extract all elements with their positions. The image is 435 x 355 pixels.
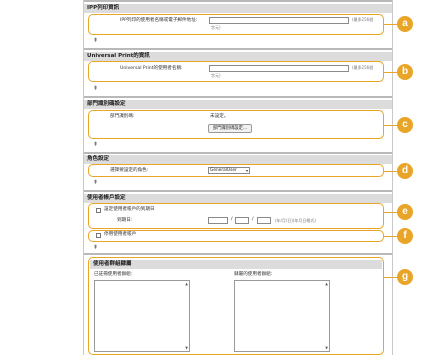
callout-a: a [397,16,413,32]
expiry-year-input[interactable] [208,217,228,224]
chevron-down-icon: ▾ [245,168,248,173]
up-to-top-icon[interactable]: ⇞ [93,86,98,92]
callout-connector [383,277,397,278]
role-selected-value: GeneralUser [210,168,237,173]
ipp-note-2: 字元) [211,25,221,30]
disable-account-label: 停用使用者帳戶 [104,232,137,237]
dept-id-label: 部門識別碼: [110,114,135,119]
expiry-day-input[interactable] [257,217,271,224]
ipp-note-1: (最多256個 [352,17,374,22]
section-header-user-account: 使用者帳戶設定 [84,194,392,203]
up-to-top-icon[interactable]: ⇞ [93,142,98,148]
expiry-date-label: 到期日: [117,218,133,223]
up-to-top-icon[interactable]: ⇞ [93,38,98,44]
callout-c: c [397,117,413,133]
date-separator: / [231,217,233,222]
expiry-checkbox[interactable] [96,208,101,213]
callout-b: b [397,64,413,80]
callout-connector [383,171,397,172]
callout-connector [383,236,397,237]
expiry-checkbox-label: 設定使用者帳戶的到期日 [104,207,155,212]
callout-connector [383,72,397,73]
section-divider [84,0,392,2]
expiry-month-input[interactable] [235,217,249,224]
disable-account-checkbox[interactable] [96,233,101,238]
dept-id-settings-button[interactable]: 部門識別碼設定... [208,124,252,133]
section-divider [84,190,392,192]
uprint-note-2: 字元) [211,73,221,78]
settings-panel: IPP列印資訊 IPP列印的使用者名稱或電子郵件地址: (最多256個 字元) … [83,0,393,355]
role-select[interactable]: GeneralUser ▾ [208,167,250,174]
ipp-user-label: IPP列印的使用者名稱或電子郵件地址: [120,18,198,23]
scroll-up-icon[interactable]: ▲ [185,282,188,286]
member-groups-label: 隸屬的使用者群組: [234,272,273,277]
date-format-hint: (年/月/日)(年月日格式) [275,218,316,223]
uprint-note-1: (最多256個 [352,65,374,70]
registered-groups-label: 已註冊使用者群組: [94,272,133,277]
section-divider [84,152,392,154]
role-select-label: 選擇要設定的角色: [110,168,149,173]
scroll-up-icon[interactable]: ▲ [325,282,328,286]
uprint-user-label: Universal Print的使用者名稱: [120,66,183,71]
section-header-user-groups: 使用者群組隸屬 [90,260,382,269]
callout-g: g [397,269,413,285]
callout-connector [383,24,397,25]
section-header-role: 角色設定 [84,155,392,164]
callout-f: f [397,228,413,244]
dept-id-value: 未設定。 [210,114,229,119]
callout-d: d [397,163,413,179]
callout-connector [383,212,397,213]
section-divider [84,96,392,98]
ipp-user-input[interactable] [209,17,349,24]
up-to-top-icon[interactable]: ⇞ [93,180,98,186]
callout-e: e [397,204,413,220]
date-separator: / [252,217,254,222]
section-header-dept-id: 部門識別碼設定 [84,100,392,109]
callout-connector [383,125,397,126]
section-header-universal-print: Universal Print的資訊 [84,52,392,61]
section-divider [84,48,392,50]
scroll-down-icon[interactable]: ▼ [185,346,188,350]
section-divider [84,253,392,255]
registered-groups-list[interactable]: ▲ ▼ [94,280,190,352]
member-groups-list[interactable]: ▲ ▼ [234,280,330,352]
uprint-user-input[interactable] [209,65,349,72]
up-to-top-icon[interactable]: ⇞ [93,245,98,251]
scroll-down-icon[interactable]: ▼ [325,346,328,350]
section-header-ipp: IPP列印資訊 [84,4,392,13]
